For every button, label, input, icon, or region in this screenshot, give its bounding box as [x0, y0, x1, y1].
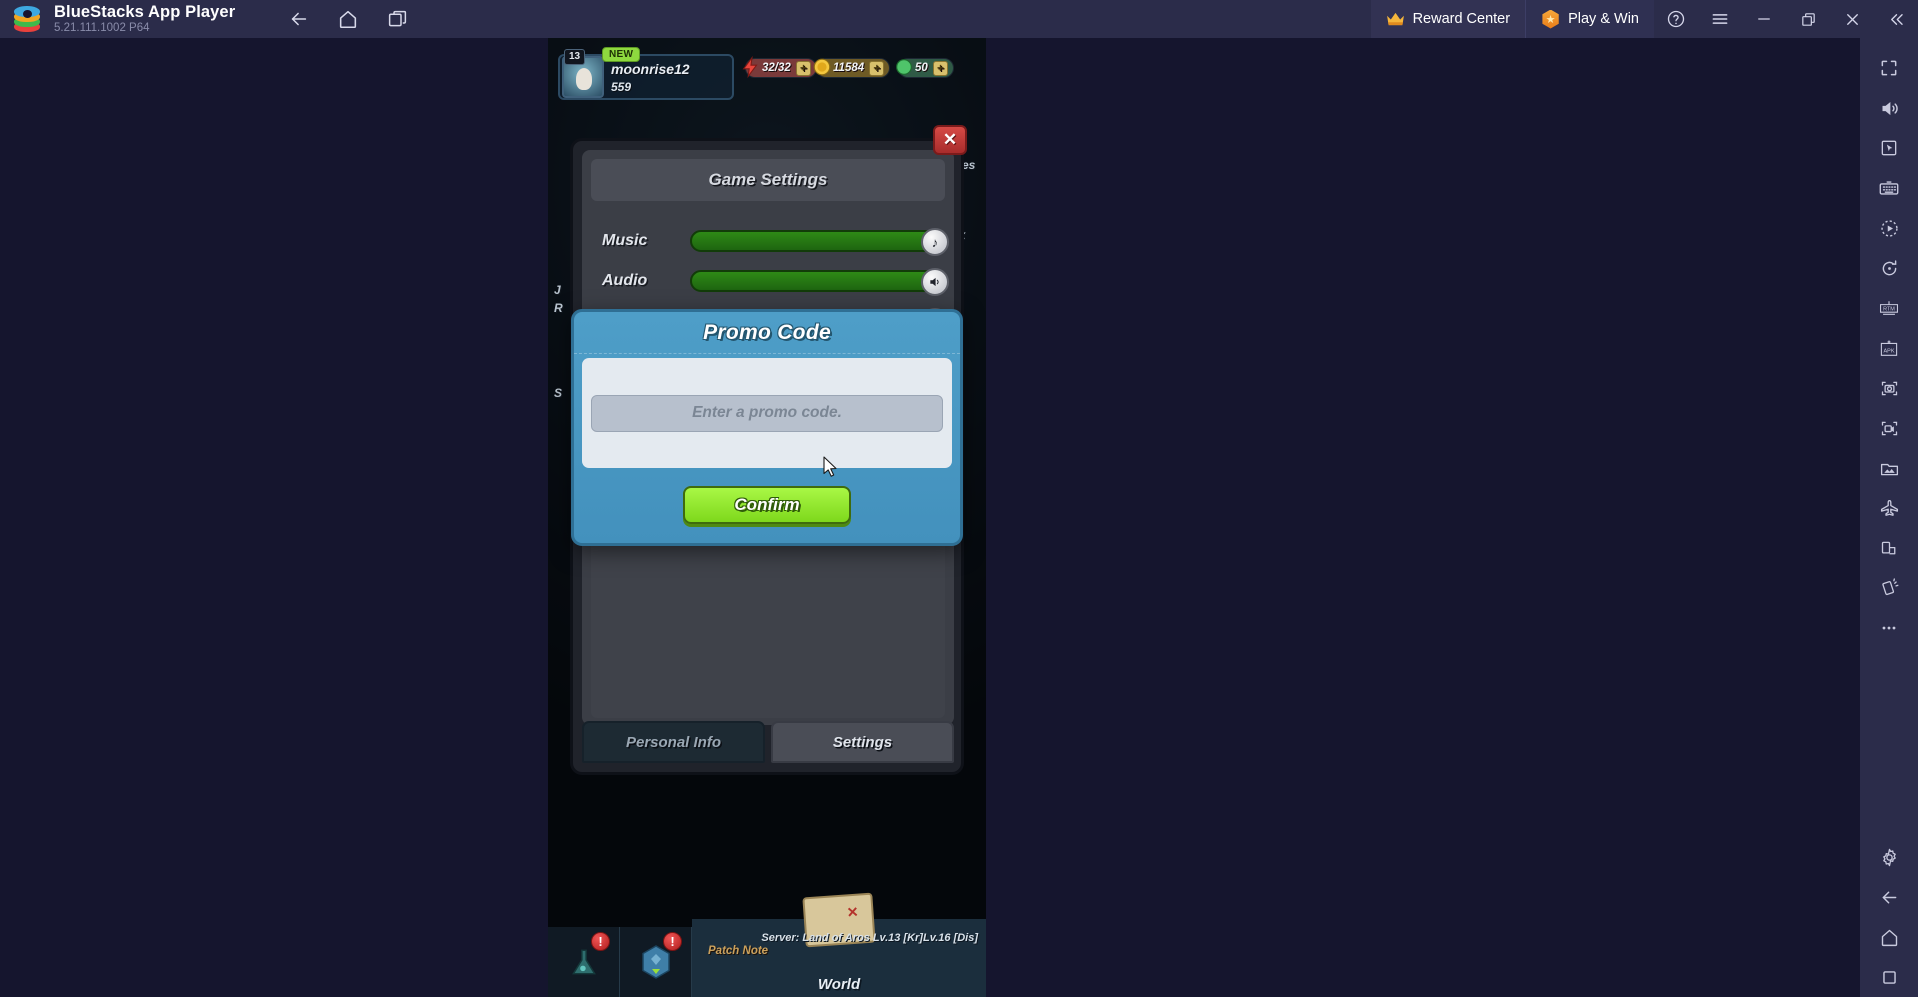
bg-text-j: J — [554, 283, 561, 297]
speaker-volume-icon[interactable] — [1867, 88, 1911, 128]
energy-add-button[interactable]: + — [795, 60, 811, 76]
pointer-cursor-icon[interactable] — [1867, 128, 1911, 168]
airplane-icon[interactable] — [1867, 488, 1911, 528]
gem-value: 50 — [915, 62, 928, 74]
promo-code-dialog: Promo Code Enter a promo code. Confirm — [571, 309, 963, 546]
alert-badge: ! — [663, 932, 682, 951]
gem-badge-icon: ★ — [1542, 9, 1559, 29]
window-title-bar: BlueStacks App Player 5.21.111.1002 P64 … — [0, 0, 1918, 38]
game-hud: 13 NEW moonrise12 559 32/32 + 11584 + 50… — [548, 46, 986, 106]
app-version: 5.21.111.1002 P64 — [54, 22, 150, 35]
play-and-win-button[interactable]: ★ Play & Win — [1525, 0, 1654, 38]
settings-title: Game Settings — [708, 170, 828, 189]
nav-world[interactable]: World — [692, 892, 986, 997]
svg-text:RTM: RTM — [1883, 307, 1895, 313]
reward-center-button[interactable]: Reward Center — [1370, 0, 1526, 38]
tab-personal-info[interactable]: Personal Info — [582, 721, 765, 763]
gold-resource[interactable]: 11584 + — [813, 58, 891, 78]
bg-text-s: S — [554, 386, 563, 400]
player-level-badge: 13 — [564, 49, 586, 65]
confirm-label: Confirm — [734, 495, 800, 514]
promo-code-input[interactable]: Enter a promo code. — [591, 394, 943, 432]
reward-center-label: Reward Center — [1412, 11, 1511, 27]
alert-badge: ! — [591, 932, 610, 951]
setting-row-music: Music ♪ — [602, 226, 949, 256]
collapse-sidebar-button[interactable] — [1874, 0, 1918, 38]
multi-instance-button[interactable] — [377, 3, 417, 35]
gold-add-button[interactable]: + — [869, 60, 885, 76]
gem-resource[interactable]: 50 + — [896, 58, 954, 78]
confirm-button[interactable]: Confirm — [683, 486, 851, 524]
promo-dialog-body: Enter a promo code. — [582, 358, 952, 468]
nav-gear-upgrade[interactable]: ! — [620, 927, 692, 997]
lightning-bolt-icon — [740, 55, 762, 79]
help-button[interactable] — [1654, 0, 1698, 38]
nav-alchemy[interactable]: ! — [548, 927, 620, 997]
game-screen: 13 NEW moonrise12 559 32/32 + 11584 + 50… — [548, 38, 986, 997]
promo-dialog-footer: Confirm — [574, 468, 960, 542]
crown-icon — [1386, 12, 1405, 26]
back-nav-icon[interactable] — [1867, 877, 1911, 917]
player-card[interactable]: 13 NEW moonrise12 559 — [558, 47, 734, 100]
gem-add-button[interactable]: + — [932, 60, 948, 76]
hamburger-menu-button[interactable] — [1698, 0, 1742, 38]
ellipsis-icon[interactable] — [1867, 608, 1911, 648]
shake-device-icon[interactable] — [1867, 568, 1911, 608]
promo-dialog-header: Promo Code — [574, 312, 960, 354]
bg-text-r: R — [554, 301, 563, 315]
minimize-button[interactable] — [1742, 0, 1786, 38]
patch-note-label[interactable]: Patch Note — [708, 945, 768, 957]
gear-icon[interactable] — [1867, 837, 1911, 877]
new-badge: NEW — [602, 47, 641, 62]
rotate-circle-icon[interactable] — [1867, 248, 1911, 288]
green-gem-icon — [893, 56, 915, 78]
app-title-block: BlueStacks App Player 5.21.111.1002 P64 — [54, 3, 235, 35]
emulator-sidebar: RTM APK — [1860, 38, 1918, 997]
tab-settings[interactable]: Settings — [771, 721, 954, 763]
speaker-icon[interactable] — [921, 268, 949, 296]
recents-nav-icon[interactable] — [1867, 957, 1911, 997]
player-coin-count: 559 — [611, 79, 632, 94]
settings-title-bar: Game Settings — [591, 159, 945, 201]
emulator-viewport: 13 NEW moonrise12 559 32/32 + 11584 + 50… — [71, 38, 1513, 997]
promo-code-placeholder: Enter a promo code. — [692, 404, 842, 421]
camera-icon[interactable] — [1867, 368, 1911, 408]
music-slider[interactable]: ♪ — [690, 228, 949, 256]
promo-dialog-title: Promo Code — [703, 320, 831, 344]
svg-text:APK: APK — [1883, 348, 1894, 354]
player-name: moonrise12 — [611, 60, 690, 77]
keyboard-icon[interactable] — [1867, 168, 1911, 208]
app-title: BlueStacks App Player — [54, 3, 236, 22]
music-label: Music — [602, 232, 648, 249]
home-nav-icon[interactable] — [1867, 917, 1911, 957]
video-camera-icon[interactable] — [1867, 408, 1911, 448]
bluestacks-logo-icon — [12, 4, 42, 34]
world-label: World — [817, 976, 861, 993]
titlebar-nav-group — [279, 3, 417, 35]
rtm-icon[interactable]: RTM — [1867, 288, 1911, 328]
audio-label: Audio — [602, 272, 648, 289]
gold-coin-icon — [811, 56, 833, 78]
device-sync-icon[interactable] — [1867, 528, 1911, 568]
energy-resource[interactable]: 32/32 + — [742, 55, 817, 79]
energy-value: 32/32 — [762, 62, 791, 74]
settings-tab-bar: Personal Info Settings — [582, 721, 954, 763]
fullscreen-icon[interactable] — [1867, 48, 1911, 88]
image-folder-icon[interactable] — [1867, 448, 1911, 488]
close-button[interactable] — [1830, 0, 1874, 38]
close-panel-button[interactable]: ✕ — [933, 125, 967, 155]
play-dial-icon[interactable] — [1867, 208, 1911, 248]
apk-install-icon[interactable]: APK — [1867, 328, 1911, 368]
restore-window-button[interactable] — [1786, 0, 1830, 38]
home-button[interactable] — [328, 3, 368, 35]
play-and-win-label: Play & Win — [1568, 11, 1639, 27]
server-info-label: Server: Land of Aros Lv.13 [Kr]Lv.16 [Di… — [761, 932, 978, 945]
game-bottom-nav: ! ! World Patch Note Server: Land of Aro… — [548, 892, 986, 997]
audio-slider[interactable] — [690, 268, 949, 296]
setting-row-audio: Audio — [602, 266, 949, 296]
gold-value: 11584 — [833, 62, 865, 74]
music-note-icon[interactable]: ♪ — [921, 228, 949, 256]
back-button[interactable] — [279, 3, 319, 35]
